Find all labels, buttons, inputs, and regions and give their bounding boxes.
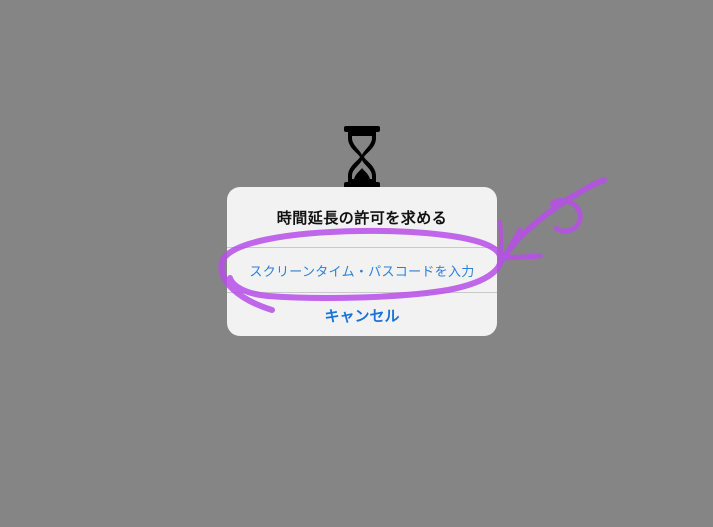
arrow-curl-stroke xyxy=(549,197,583,234)
screen-time-limit-screen: 時間延長の許可を求める スクリーンタイム・パスコードを入力 キャンセル xyxy=(0,0,713,527)
permission-alert-dialog: 時間延長の許可を求める スクリーンタイム・パスコードを入力 キャンセル xyxy=(227,187,497,336)
hourglass-icon xyxy=(344,126,380,188)
arrow-shaft-stroke xyxy=(501,177,607,261)
cancel-button[interactable]: キャンセル xyxy=(227,293,497,336)
arrow-head-stroke xyxy=(501,227,543,261)
arrow-tail-stroke xyxy=(498,220,504,264)
enter-passcode-button[interactable]: スクリーンタイム・パスコードを入力 xyxy=(227,248,497,292)
alert-title: 時間延長の許可を求める xyxy=(276,208,448,227)
